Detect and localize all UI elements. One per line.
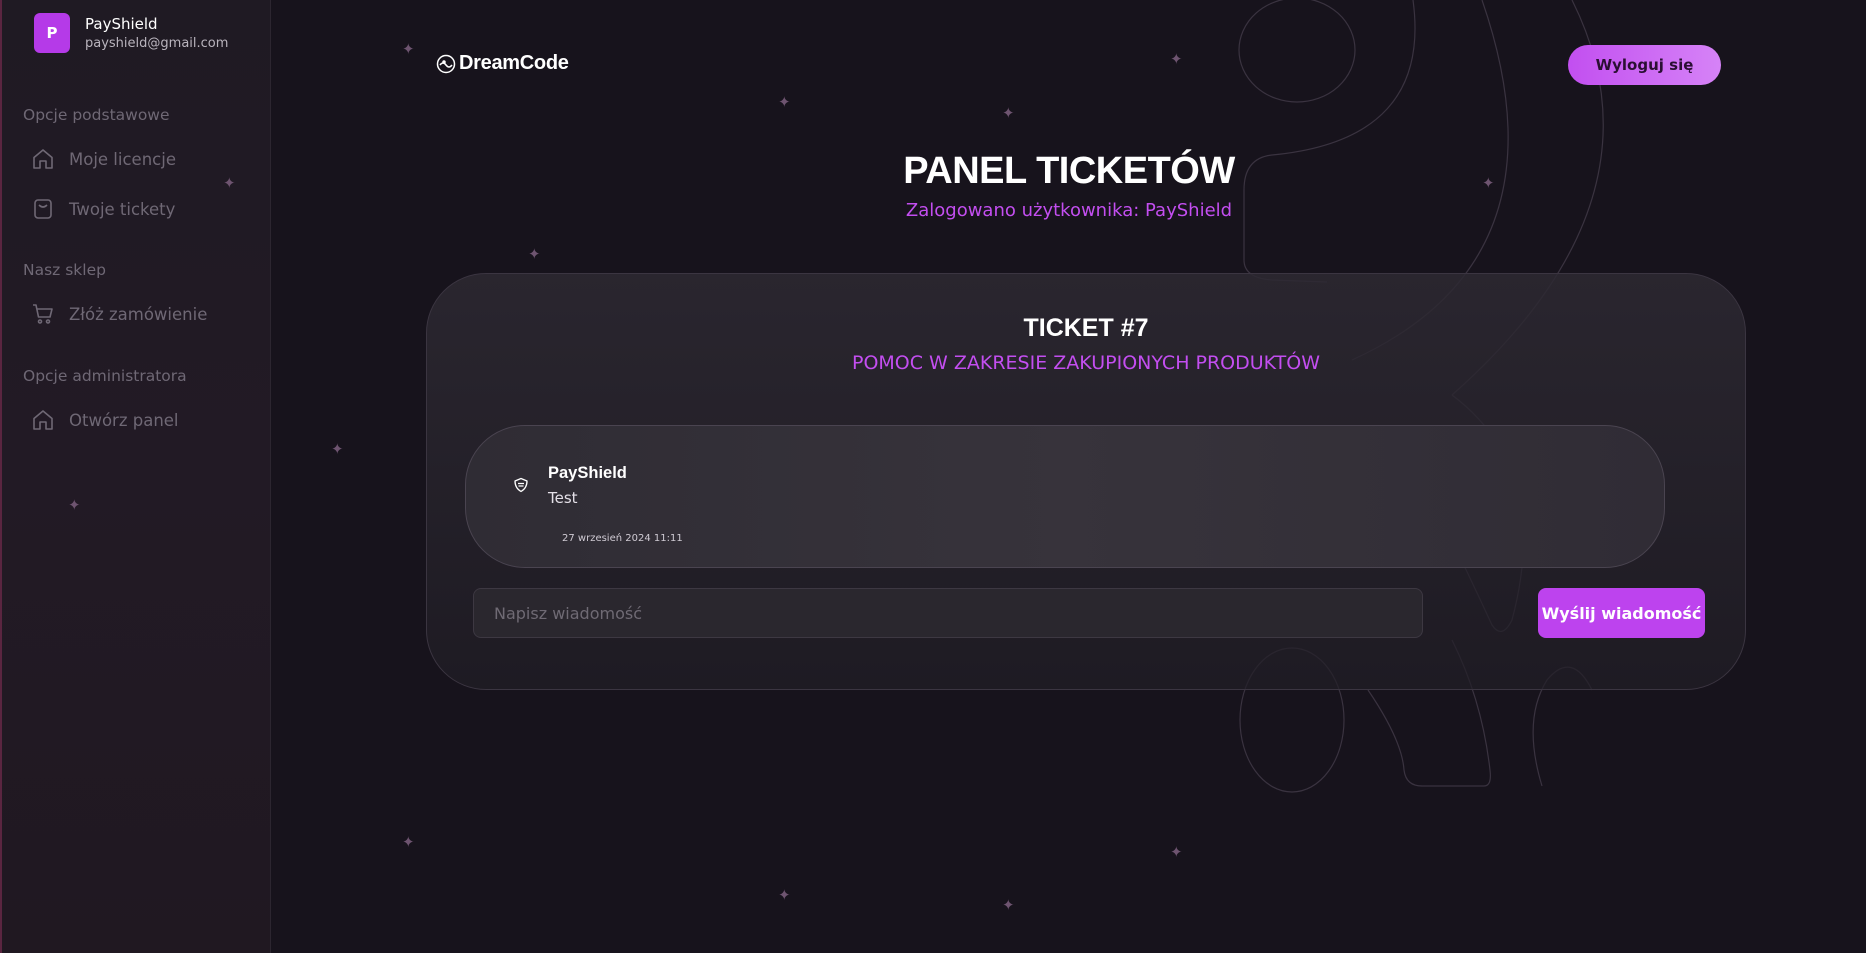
sparkle-decoration: ✦ [1170, 50, 1183, 68]
main-content: ✦ ✦ ✦ ✦ ✦ ✦ ✦ ✦ ✦ ✦ ✦ DreamCode Wyloguj … [272, 0, 1866, 953]
section-title-basic: Opcje podstawowe [23, 106, 170, 124]
message-author: PayShield [548, 464, 627, 482]
sidebar-item-my-licenses[interactable]: Moje licencje [31, 147, 176, 171]
page-title: PANEL TICKETÓW [903, 150, 1235, 192]
sparkle-decoration: ✦ [402, 833, 415, 851]
sparkle-decoration: ✦ [68, 496, 81, 514]
message-date: 27 wrzesień 2024 11:11 [562, 533, 683, 544]
sparkle-decoration: ✦ [223, 174, 236, 192]
page-subtitle: Zalogowano użytkownika: PayShield [905, 200, 1233, 221]
message-bubble: PayShield Test 27 wrzesień 2024 11:11 [465, 425, 1665, 568]
dreamcode-logo-icon [436, 54, 456, 73]
ticket-title: TICKET #7 [1023, 314, 1149, 342]
home-icon [33, 410, 53, 430]
sparkle-decoration: ✦ [402, 40, 415, 58]
sidebar-item-open-panel[interactable]: Otwórz panel [31, 408, 179, 432]
message-text: Test [548, 489, 578, 507]
sparkle-decoration: ✦ [778, 93, 791, 111]
message-input[interactable] [473, 588, 1423, 638]
bag-icon [34, 199, 52, 219]
sparkle-decoration: ✦ [331, 440, 344, 458]
sparkle-decoration: ✦ [528, 245, 541, 263]
shield-icon [514, 477, 528, 493]
logo-text: DreamCode [459, 52, 569, 74]
logout-button[interactable]: Wyloguj się [1568, 45, 1721, 85]
sidebar-item-place-order[interactable]: Złóż zamówienie [31, 302, 207, 326]
sidebar: P PayShield payshield@gmail.com Opcje po… [0, 0, 271, 953]
avatar: P [34, 13, 70, 53]
sidebar-item-your-tickets[interactable]: Twoje tickety [31, 197, 175, 221]
cart-icon [33, 304, 53, 324]
profile-email: payshield@gmail.com [85, 36, 229, 51]
profile-name: PayShield [85, 15, 158, 33]
ticket-category: POMOC W ZAKRESIE ZAKUPIONYCH PRODUKTÓW [851, 352, 1321, 374]
sparkle-decoration: ✦ [1002, 104, 1015, 122]
user-profile: P PayShield payshield@gmail.com [34, 13, 228, 53]
sparkle-decoration: ✦ [1002, 896, 1015, 914]
sparkle-decoration: ✦ [1170, 843, 1183, 861]
sidebar-item-label: Złóż zamówienie [69, 304, 208, 324]
sidebar-item-label: Otwórz panel [69, 410, 179, 430]
logo[interactable]: DreamCode [436, 52, 569, 75]
sidebar-item-label: Twoje tickety [69, 199, 176, 219]
sparkle-decoration: ✦ [778, 886, 791, 904]
section-title-shop: Nasz sklep [23, 261, 106, 279]
send-message-button[interactable]: Wyślij wiadomość [1538, 588, 1705, 638]
sidebar-item-label: Moje licencje [69, 149, 176, 169]
home-icon [33, 149, 53, 169]
section-title-admin: Opcje administratora [23, 367, 187, 385]
